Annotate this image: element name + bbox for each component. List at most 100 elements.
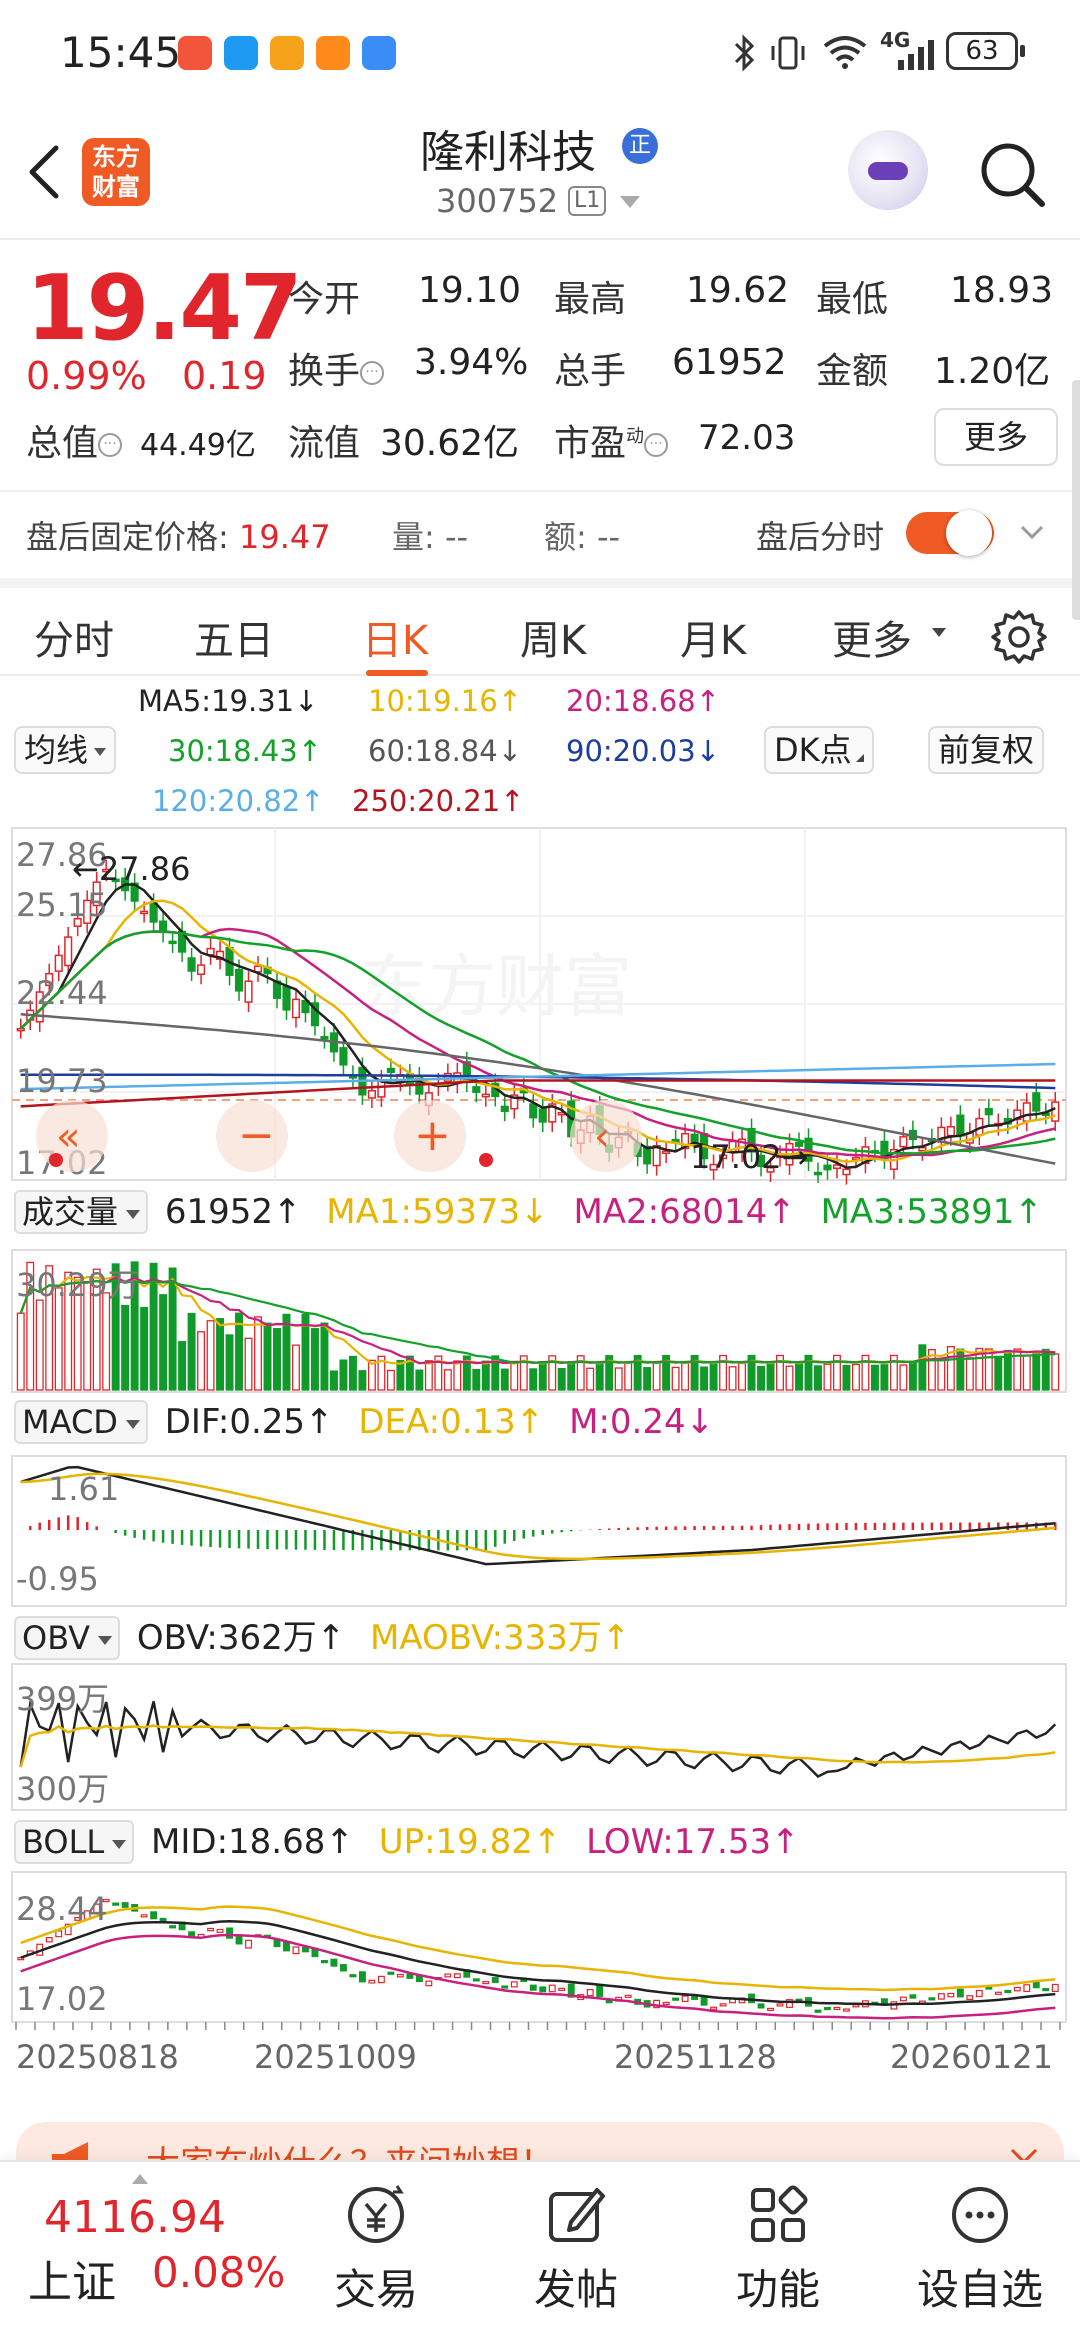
brand-logo[interactable]: 东方 财富 bbox=[82, 138, 150, 206]
macd-dif: DIF:0.25↑ bbox=[164, 1402, 334, 1442]
nav-post[interactable]: 发帖 bbox=[506, 2172, 646, 2332]
ma-select[interactable]: 均线 bbox=[14, 726, 117, 774]
boll-candle-body bbox=[672, 1997, 680, 2001]
dk-button[interactable]: DK点 bbox=[764, 726, 874, 774]
kline-chart[interactable]: 东方财富 27.86 25.15 22.44 19.73 17.02 ←27.8… bbox=[0, 820, 1080, 2110]
event-dot[interactable] bbox=[479, 1153, 493, 1167]
volume-bar bbox=[348, 1355, 357, 1391]
boll-candle-body bbox=[283, 1941, 290, 1952]
candle-body bbox=[443, 1072, 452, 1082]
nav-trade[interactable]: 交易 bbox=[306, 2172, 446, 2332]
boll-candle-body bbox=[501, 1985, 509, 1989]
obv-axis-top: 399万 bbox=[16, 1680, 109, 1718]
boll-candle-body bbox=[226, 1927, 233, 1939]
scroll-handle[interactable] bbox=[1072, 380, 1080, 620]
change-percent: 0.99% bbox=[26, 354, 147, 398]
boll-candle-body bbox=[482, 1981, 490, 1985]
dk-button-label: DK点 bbox=[774, 731, 852, 769]
macd-axis-bottom: -0.95 bbox=[16, 1560, 99, 1598]
boll-candle-body bbox=[245, 1939, 252, 1949]
index-percent[interactable]: 0.08% bbox=[152, 2248, 285, 2297]
volume-value: 61952 bbox=[672, 342, 787, 383]
macd-select[interactable]: MACD bbox=[14, 1400, 148, 1444]
float-mv-value: 30.62亿 bbox=[380, 423, 520, 464]
volume-bar bbox=[168, 1267, 177, 1391]
stock-code: 300752 bbox=[436, 182, 559, 220]
ma10-value: 10:19.16↑ bbox=[368, 684, 522, 718]
tab-more[interactable]: 更多 bbox=[832, 608, 912, 666]
info-icon[interactable]: ··· bbox=[360, 361, 385, 385]
boll-candle-body bbox=[843, 2008, 850, 2012]
nav-function[interactable]: 功能 bbox=[708, 2172, 848, 2332]
obv-axis-bottom: 300万 bbox=[16, 1770, 109, 1808]
function-icon bbox=[751, 2185, 808, 2242]
boll-up: UP:19.82↑ bbox=[378, 1822, 562, 1862]
volume-ma2: MA2:68014↑ bbox=[573, 1192, 796, 1232]
boll-pane[interactable] bbox=[11, 1871, 1067, 2023]
boll-candle-body bbox=[1013, 1986, 1021, 1992]
volume-bar bbox=[814, 1365, 822, 1391]
volume-bar bbox=[102, 1292, 111, 1391]
more-button[interactable]: 更多 bbox=[934, 408, 1058, 466]
volume-bar bbox=[472, 1368, 481, 1391]
boll-candle-body bbox=[586, 1989, 594, 1997]
macd-pane[interactable] bbox=[11, 1455, 1067, 1607]
after-hours-label-text: 盘后固定价格: bbox=[26, 518, 229, 556]
ma5-value: MA5:19.31↓ bbox=[138, 684, 319, 718]
boll-candle-body bbox=[406, 1973, 414, 1979]
boll-candle-body bbox=[548, 1984, 556, 1993]
volume-bar bbox=[643, 1367, 652, 1391]
candle-body bbox=[386, 1067, 395, 1074]
candle-body bbox=[529, 1103, 538, 1119]
volume-bar bbox=[273, 1328, 281, 1391]
boll-select[interactable]: BOLL bbox=[14, 1820, 135, 1864]
bluetooth-icon bbox=[734, 34, 755, 72]
info-icon[interactable]: ··· bbox=[644, 433, 669, 457]
boll-candle-body bbox=[425, 1980, 433, 1987]
chevron-down-icon[interactable] bbox=[620, 196, 640, 208]
after-hours-toggle-knob[interactable] bbox=[946, 510, 992, 556]
obv-pane[interactable] bbox=[11, 1663, 1067, 1811]
tab-five-day[interactable]: 五日 bbox=[194, 608, 274, 666]
volume-bar bbox=[728, 1366, 737, 1391]
nav-watchlist[interactable]: 设自选 bbox=[910, 2172, 1050, 2332]
boll-candle-body bbox=[150, 1911, 158, 1920]
volume-bar bbox=[197, 1331, 206, 1391]
ma60-value: 60:18.84↓ bbox=[368, 734, 522, 768]
chevron-down-icon[interactable] bbox=[1020, 520, 1044, 544]
volume-bar bbox=[766, 1363, 775, 1391]
search-icon[interactable] bbox=[976, 138, 1048, 210]
info-icon[interactable]: ··· bbox=[98, 433, 123, 457]
boll-candle-body bbox=[339, 1964, 347, 1972]
ma20-value: 20:18.68↑ bbox=[566, 684, 720, 718]
candle-body bbox=[320, 1035, 329, 1040]
tab-weekly-k[interactable]: 周K bbox=[520, 608, 586, 666]
high-value: 19.62 bbox=[686, 270, 790, 311]
event-dot[interactable] bbox=[49, 1153, 63, 1167]
candle-body bbox=[832, 1164, 842, 1170]
candle-body bbox=[899, 1136, 908, 1148]
boll-candle-body bbox=[368, 1979, 376, 1984]
tab-daily-k[interactable]: 日K bbox=[362, 608, 428, 666]
boll-mid: MID:18.68↑ bbox=[151, 1822, 354, 1862]
gear-icon[interactable] bbox=[990, 608, 1048, 666]
brand-logo-line: 财富 bbox=[92, 173, 140, 201]
obv-select[interactable]: OBV bbox=[14, 1616, 121, 1660]
volume-bar bbox=[443, 1369, 452, 1391]
index-value[interactable]: 4116.94 bbox=[44, 2192, 226, 2243]
tab-intraday[interactable]: 分时 bbox=[34, 608, 114, 666]
index-name[interactable]: 上证 bbox=[28, 2246, 116, 2310]
total-mv-label: 总值 ··· bbox=[26, 414, 123, 466]
watermark: 东方财富 bbox=[360, 948, 632, 1027]
adjust-button[interactable]: 前复权 bbox=[928, 726, 1045, 774]
volume-select[interactable]: 成交量 bbox=[14, 1190, 149, 1234]
boll-candle-body bbox=[662, 2001, 670, 2005]
boll-axis-top: 28.44 bbox=[16, 1890, 108, 1928]
tab-monthly-k[interactable]: 月K bbox=[680, 608, 746, 666]
after-hours-toggle-label: 盘后分时 bbox=[756, 518, 885, 556]
boll-select-label: BOLL bbox=[22, 1823, 105, 1861]
boll-candle-body bbox=[273, 1939, 281, 1948]
back-icon[interactable] bbox=[20, 142, 70, 202]
boll-header: BOLL MID:18.68↑ UP:19.82↑ LOW:17.53↑ bbox=[14, 1820, 814, 1864]
volume-bar bbox=[614, 1367, 623, 1391]
